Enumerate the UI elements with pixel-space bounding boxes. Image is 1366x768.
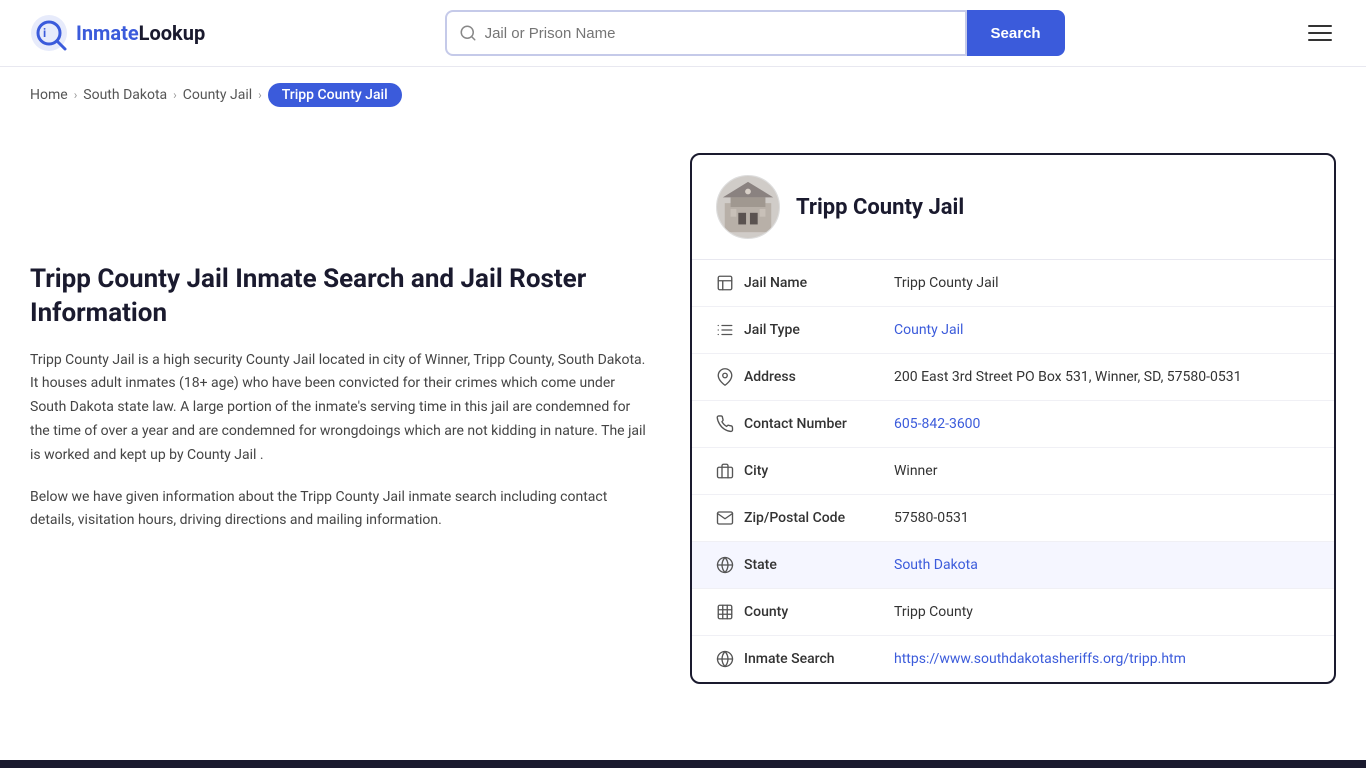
info-card-header: Tripp County Jail xyxy=(692,155,1334,260)
breadcrumb-current: Tripp County Jail xyxy=(268,83,402,107)
address-value: 200 East 3rd Street PO Box 531, Winner, … xyxy=(894,369,1310,385)
breadcrumb-type[interactable]: County Jail xyxy=(183,87,252,103)
info-row-jail-name: Jail Name Tripp County Jail xyxy=(692,260,1334,307)
logo-text: InmateLookup xyxy=(76,21,205,45)
state-link[interactable]: South Dakota xyxy=(894,557,978,573)
state-label: State xyxy=(744,557,894,573)
contact-link[interactable]: 605-842-3600 xyxy=(894,416,980,432)
county-label: County xyxy=(744,604,894,620)
state-icon xyxy=(716,556,744,574)
city-icon xyxy=(716,462,744,480)
page-desc-2: Below we have given information about th… xyxy=(30,486,650,534)
inmate-search-label: Inmate Search xyxy=(744,651,894,667)
county-icon xyxy=(716,603,744,621)
inmate-search-value: https://www.southdakotasheriffs.org/trip… xyxy=(894,651,1310,667)
jail-type-icon xyxy=(716,321,744,339)
jail-avatar xyxy=(716,175,780,239)
logo-icon: i xyxy=(30,14,68,52)
search-input[interactable] xyxy=(485,25,953,42)
info-row-state: State South Dakota xyxy=(692,542,1334,589)
state-value: South Dakota xyxy=(894,557,1310,573)
jail-name-value: Tripp County Jail xyxy=(894,275,1310,291)
contact-value: 605-842-3600 xyxy=(894,416,1310,432)
logo[interactable]: i InmateLookup xyxy=(30,14,205,52)
info-row-jail-type: Jail Type County Jail xyxy=(692,307,1334,354)
info-table: Jail Name Tripp County Jail Jail Type Co… xyxy=(692,260,1334,682)
breadcrumb-sep-1: › xyxy=(74,88,78,102)
info-row-inmate-search: Inmate Search https://www.southdakotashe… xyxy=(692,636,1334,682)
contact-label: Contact Number xyxy=(744,416,894,432)
inmate-search-link[interactable]: https://www.southdakotasheriffs.org/trip… xyxy=(894,651,1186,667)
address-icon xyxy=(716,368,744,386)
zip-value: 57580-0531 xyxy=(894,510,1310,526)
hamburger-menu[interactable] xyxy=(1304,21,1336,45)
search-bar: Search xyxy=(445,10,1065,56)
page-title: Tripp County Jail Inmate Search and Jail… xyxy=(30,263,650,331)
city-value: Winner xyxy=(894,463,1310,479)
jail-type-link[interactable]: County Jail xyxy=(894,322,963,338)
county-value: Tripp County xyxy=(894,604,1310,620)
info-card: Tripp County Jail Jail Name Tripp County… xyxy=(690,153,1336,684)
city-label: City xyxy=(744,463,894,479)
search-input-wrapper xyxy=(445,10,967,56)
info-row-contact: Contact Number 605-842-3600 xyxy=(692,401,1334,448)
breadcrumb-sep-2: › xyxy=(173,88,177,102)
breadcrumb: Home › South Dakota › County Jail › Trip… xyxy=(0,67,1366,123)
info-row-county: County Tripp County xyxy=(692,589,1334,636)
info-row-city: City Winner xyxy=(692,448,1334,495)
breadcrumb-sep-3: › xyxy=(258,88,262,102)
contact-icon xyxy=(716,415,744,433)
breadcrumb-state[interactable]: South Dakota xyxy=(83,87,167,103)
jail-name-icon xyxy=(716,274,744,292)
header: i InmateLookup Search xyxy=(0,0,1366,67)
jail-type-value: County Jail xyxy=(894,322,1310,338)
footer-bar xyxy=(0,760,1366,768)
main-content: Tripp County Jail Inmate Search and Jail… xyxy=(0,123,1366,744)
jail-type-label: Jail Type xyxy=(744,322,894,338)
jail-name-label: Jail Name xyxy=(744,275,894,291)
search-button[interactable]: Search xyxy=(967,10,1065,56)
jail-card-name: Tripp County Jail xyxy=(796,195,964,220)
page-desc-1: Tripp County Jail is a high security Cou… xyxy=(30,349,650,468)
zip-label: Zip/Postal Code xyxy=(744,510,894,526)
svg-text:i: i xyxy=(43,26,46,40)
breadcrumb-home[interactable]: Home xyxy=(30,87,68,103)
info-row-address: Address 200 East 3rd Street PO Box 531, … xyxy=(692,354,1334,401)
zip-icon xyxy=(716,509,744,527)
left-content: Tripp County Jail Inmate Search and Jail… xyxy=(30,153,650,684)
inmate-search-icon xyxy=(716,650,744,668)
address-label: Address xyxy=(744,369,894,385)
search-icon xyxy=(459,24,477,42)
info-row-zip: Zip/Postal Code 57580-0531 xyxy=(692,495,1334,542)
